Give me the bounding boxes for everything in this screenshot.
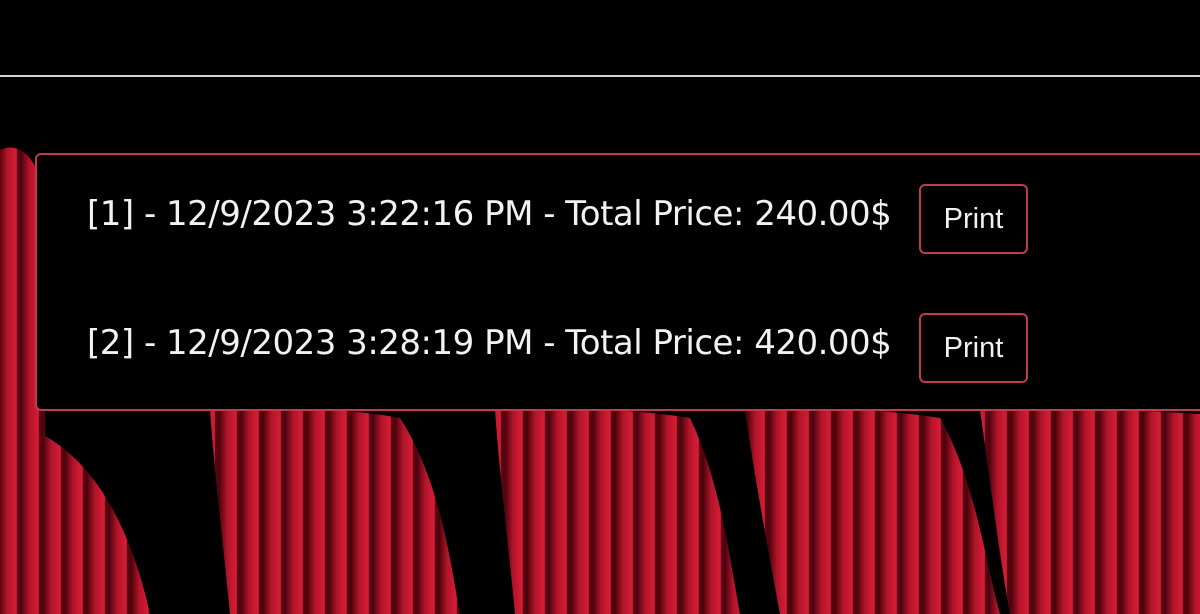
print-button[interactable]: Print (919, 184, 1028, 254)
print-button[interactable]: Print (919, 313, 1028, 383)
orders-list-panel: [1] - 12/9/2023 3:22:16 PM - Total Price… (35, 153, 1200, 411)
order-summary-text: [2] - 12/9/2023 3:28:19 PM - Total Price… (87, 323, 892, 363)
order-row: [1] - 12/9/2023 3:22:16 PM - Total Price… (87, 183, 1028, 255)
header-divider (0, 75, 1200, 77)
order-summary-text: [1] - 12/9/2023 3:22:16 PM - Total Price… (87, 194, 892, 234)
order-row: [2] - 12/9/2023 3:28:19 PM - Total Price… (87, 312, 1028, 384)
page: [1] - 12/9/2023 3:22:16 PM - Total Price… (0, 0, 1200, 614)
